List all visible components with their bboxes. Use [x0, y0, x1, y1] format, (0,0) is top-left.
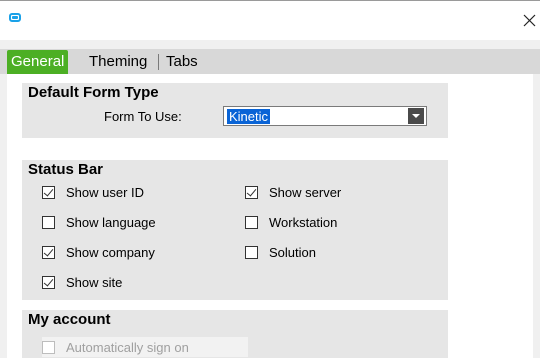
form-to-use-value: Kinetic — [227, 109, 271, 124]
form-to-use-label: Form To Use: — [104, 109, 182, 124]
checkbox-label: Workstation — [269, 215, 338, 230]
status-bar-group: Status Bar Show user ID Show server Show… — [22, 160, 448, 300]
close-icon[interactable] — [520, 10, 540, 30]
checkbox-label: Show user ID — [66, 185, 145, 200]
tab-theming[interactable]: Theming — [85, 51, 151, 72]
settings-panel: Default Form Type Form To Use: Kinetic S… — [7, 74, 533, 358]
tab-bar: General Theming Tabs — [0, 49, 540, 74]
my-account-group: My account Automatically sign on — [22, 310, 448, 358]
checkbox-label: Show company — [66, 245, 155, 260]
checkbox-unchecked-icon — [42, 341, 55, 354]
checkbox-label: Automatically sign on — [66, 340, 189, 355]
tab-general[interactable]: General — [7, 50, 69, 74]
group-title: My account — [28, 311, 111, 328]
checkbox-label: Show server — [269, 185, 342, 200]
default-form-type-group: Default Form Type Form To Use: Kinetic — [22, 83, 448, 138]
tab-tabs[interactable]: Tabs — [162, 51, 202, 72]
checkbox-checked-icon — [42, 186, 55, 199]
checkbox-unchecked-icon — [42, 216, 55, 229]
checkbox-checked-icon — [42, 246, 55, 259]
checkbox-unchecked-icon — [245, 246, 258, 259]
checkbox-checked-icon — [42, 276, 55, 289]
group-title: Status Bar — [28, 161, 104, 178]
checkbox-label: Show site — [66, 275, 123, 290]
tab-separator — [158, 54, 159, 70]
group-title: Default Form Type — [28, 84, 159, 101]
checkbox-unchecked-icon — [245, 216, 258, 229]
checkbox-label: Show language — [66, 215, 156, 230]
form-to-use-dropdown[interactable]: Kinetic — [223, 106, 427, 126]
chevron-down-icon[interactable] — [408, 108, 424, 124]
checkbox-label: Solution — [269, 245, 316, 260]
checkbox-checked-icon — [245, 186, 258, 199]
title-bar — [0, 0, 540, 40]
app-window-icon — [9, 13, 21, 22]
auto-sign-on-row: Automatically sign on — [22, 336, 448, 358]
window-top-border — [0, 0, 540, 1]
